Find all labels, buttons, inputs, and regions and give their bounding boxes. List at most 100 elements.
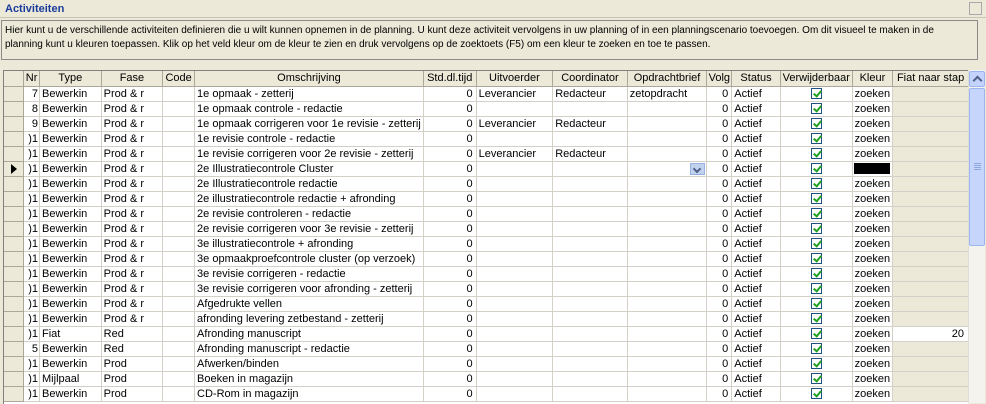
cell-uitvoerder[interactable] — [476, 266, 554, 282]
cell-opdrachtbrief[interactable] — [627, 101, 708, 117]
cell-nr[interactable]: )1 — [23, 311, 41, 327]
cell-status[interactable]: Actief — [731, 356, 781, 372]
cell-code[interactable] — [162, 281, 196, 297]
cell-opdrachtbrief[interactable] — [627, 236, 708, 252]
cell-fiat-naar-stap[interactable] — [892, 116, 969, 132]
record-selector[interactable] — [4, 221, 25, 237]
cell-uitvoerder[interactable] — [476, 161, 554, 177]
cell-coordinator[interactable] — [552, 161, 628, 177]
cell-std-dl-tijd[interactable]: 0 — [423, 176, 477, 192]
cell-std-dl-tijd[interactable]: 0 — [423, 236, 477, 252]
cell-std-dl-tijd[interactable]: 0 — [423, 356, 477, 372]
cell-code[interactable] — [162, 131, 196, 147]
cell-verwijderbaar[interactable] — [780, 176, 853, 192]
record-selector[interactable] — [4, 386, 25, 402]
cell-fase[interactable]: Prod & r — [101, 281, 164, 297]
column-header-uitvoerder[interactable]: Uitvoerder — [476, 71, 554, 87]
cell-uitvoerder[interactable]: Leverancier — [476, 146, 554, 162]
cell-status[interactable]: Actief — [731, 386, 781, 402]
table-row[interactable]: )1 Mijlpaal Prod Boeken in magazijn 0 0 Actief… — [4, 371, 969, 387]
cell-fase[interactable]: Prod & r — [101, 131, 164, 147]
cell-nr[interactable]: )1 — [23, 146, 41, 162]
cell-fiat-naar-stap[interactable] — [892, 341, 969, 357]
cell-coordinator[interactable] — [552, 176, 628, 192]
verwijderbaar-checkbox[interactable] — [810, 313, 822, 325]
cell-code[interactable] — [162, 356, 196, 372]
cell-status[interactable]: Actief — [731, 146, 781, 162]
cell-fiat-naar-stap[interactable] — [892, 191, 969, 207]
cell-kleur[interactable]: zoeken — [852, 116, 894, 132]
cell-uitvoerder[interactable] — [476, 386, 554, 402]
column-header-omschrijving[interactable]: Omschrijving — [194, 71, 424, 87]
cell-kleur[interactable]: zoeken — [852, 191, 894, 207]
cell-nr[interactable]: )1 — [23, 221, 41, 237]
cell-kleur[interactable]: zoeken — [852, 236, 894, 252]
color-swatch[interactable] — [854, 163, 891, 174]
table-row[interactable]: )1 Bewerkin Prod & r 2e revisie corrigeren … — [4, 221, 969, 237]
cell-uitvoerder[interactable]: Leverancier — [476, 116, 554, 132]
cell-status[interactable]: Actief — [731, 221, 781, 237]
cell-volg[interactable]: 0 — [706, 101, 733, 117]
cell-fiat-naar-stap[interactable] — [892, 131, 969, 147]
cell-fiat-naar-stap[interactable] — [892, 146, 969, 162]
cell-status[interactable]: Actief — [731, 86, 781, 102]
cell-omschrijving[interactable]: 1e opmaak - zetterij — [194, 86, 424, 102]
cell-kleur[interactable]: zoeken — [852, 206, 894, 222]
cell-fase[interactable]: Prod & r — [101, 266, 164, 282]
cell-std-dl-tijd[interactable]: 0 — [423, 311, 477, 327]
cell-omschrijving[interactable]: CD-Rom in magazijn — [194, 386, 424, 402]
cell-std-dl-tijd[interactable]: 0 — [423, 101, 477, 117]
cell-type[interactable]: Bewerkin — [39, 311, 102, 327]
restore-button[interactable] — [969, 2, 982, 15]
cell-type[interactable]: Bewerkin — [39, 341, 102, 357]
cell-opdrachtbrief[interactable] — [627, 326, 708, 342]
cell-type[interactable]: Bewerkin — [39, 131, 102, 147]
cell-verwijderbaar[interactable] — [780, 221, 853, 237]
cell-nr[interactable]: 9 — [23, 116, 41, 132]
table-row[interactable]: )1 Fiat Red Afronding manuscript 0 0 Actief zoe… — [4, 326, 969, 342]
verwijderbaar-checkbox[interactable] — [810, 283, 822, 295]
cell-std-dl-tijd[interactable]: 0 — [423, 221, 477, 237]
cell-verwijderbaar[interactable] — [780, 86, 853, 102]
cell-std-dl-tijd[interactable]: 0 — [423, 161, 477, 177]
cell-code[interactable] — [162, 116, 196, 132]
cell-omschrijving[interactable]: 2e illustratiecontrole redactie + afrond… — [194, 191, 424, 207]
cell-coordinator[interactable] — [552, 251, 628, 267]
cell-kleur[interactable]: zoeken — [852, 296, 894, 312]
cell-uitvoerder[interactable] — [476, 101, 554, 117]
record-selector[interactable] — [4, 176, 25, 192]
cell-uitvoerder[interactable] — [476, 131, 554, 147]
cell-code[interactable] — [162, 266, 196, 282]
cell-fase[interactable]: Prod & r — [101, 311, 164, 327]
cell-fase[interactable]: Prod & r — [101, 101, 164, 117]
cell-coordinator[interactable] — [552, 281, 628, 297]
cell-nr[interactable]: )1 — [23, 236, 41, 252]
cell-uitvoerder[interactable] — [476, 191, 554, 207]
cell-nr[interactable]: 8 — [23, 101, 41, 117]
cell-fase[interactable]: Prod & r — [101, 296, 164, 312]
column-header-nr[interactable]: Nr — [23, 71, 41, 87]
cell-omschrijving[interactable]: 1e opmaak corrigeren voor 1e revisie - z… — [194, 116, 424, 132]
record-selector[interactable] — [4, 341, 25, 357]
cell-uitvoerder[interactable] — [476, 221, 554, 237]
cell-volg[interactable]: 0 — [706, 311, 733, 327]
cell-opdrachtbrief[interactable] — [627, 281, 708, 297]
column-header-std[interactable]: Std.dl.tijd — [423, 71, 477, 87]
cell-code[interactable] — [162, 206, 196, 222]
cell-fase[interactable]: Prod & r — [101, 86, 164, 102]
verwijderbaar-checkbox[interactable] — [810, 298, 822, 310]
column-header-status[interactable]: Status — [731, 71, 781, 87]
verwijderbaar-checkbox[interactable] — [810, 88, 822, 100]
cell-fase[interactable]: Red — [101, 326, 164, 342]
cell-fiat-naar-stap[interactable] — [892, 266, 969, 282]
cell-std-dl-tijd[interactable]: 0 — [423, 131, 477, 147]
verwijderbaar-checkbox[interactable] — [810, 343, 822, 355]
table-row[interactable]: )1 Bewerkin Prod & r 2e Illustratiecontrole… — [4, 161, 969, 177]
cell-opdrachtbrief[interactable] — [627, 311, 708, 327]
cell-kleur[interactable]: zoeken — [852, 341, 894, 357]
cell-omschrijving[interactable]: 3e revisie corrigeren voor afronding - z… — [194, 281, 424, 297]
cell-type[interactable]: Bewerkin — [39, 101, 102, 117]
cell-code[interactable] — [162, 146, 196, 162]
cell-fiat-naar-stap[interactable] — [892, 296, 969, 312]
table-row[interactable]: )1 Bewerkin Prod & r 3e opmaakproefcontrole… — [4, 251, 969, 267]
